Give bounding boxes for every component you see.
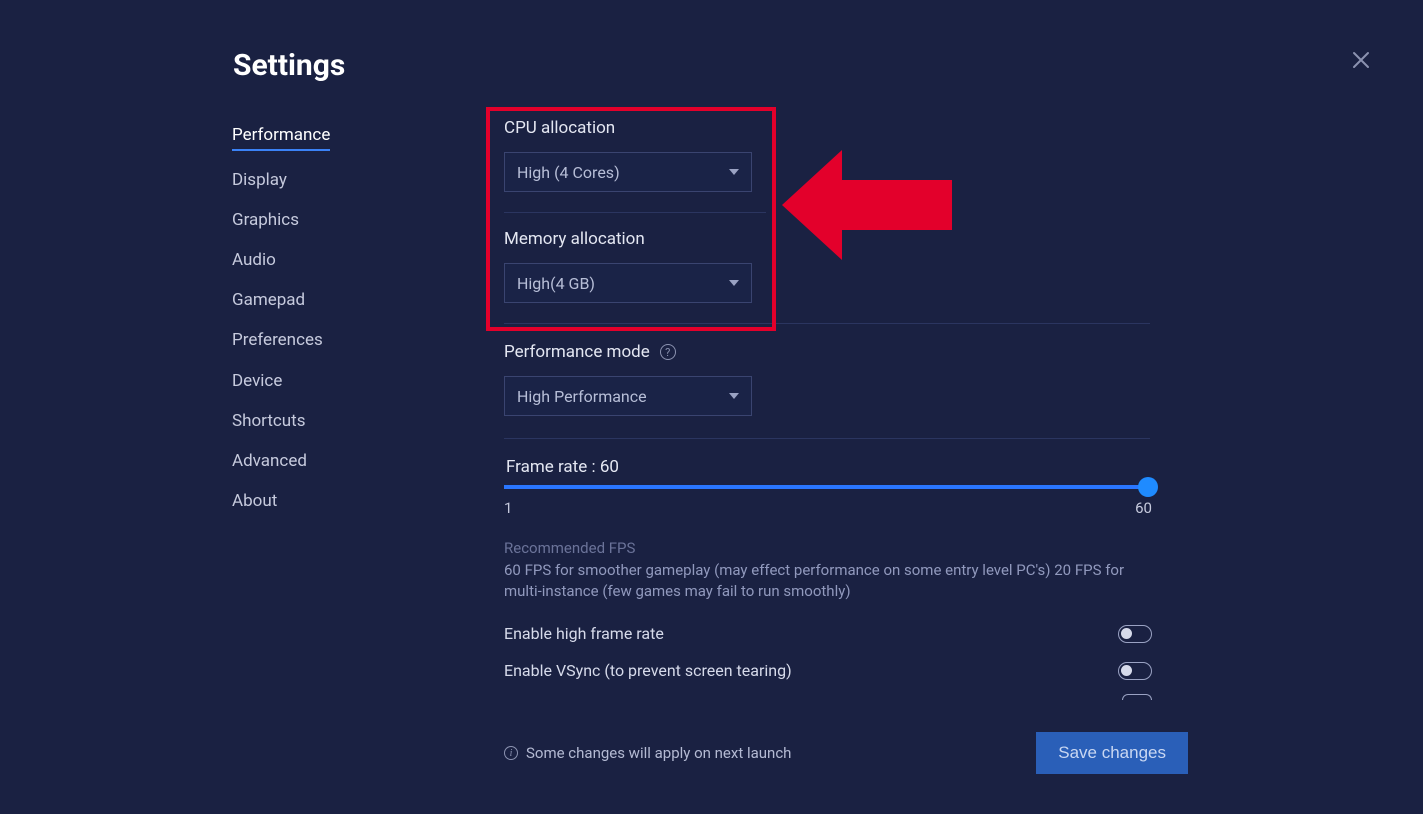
footer-note: i Some changes will apply on next launch: [504, 744, 791, 762]
divider: [504, 212, 766, 213]
footer: i Some changes will apply on next launch…: [504, 732, 1188, 774]
slider-track: [504, 485, 1152, 489]
sidebar-item-preferences[interactable]: Preferences: [232, 329, 323, 351]
settings-content: CPU allocation High (4 Cores) Memory all…: [490, 110, 1190, 700]
enable-high-frame-rate-label: Enable high frame rate: [504, 624, 664, 643]
cpu-allocation-value: High (4 Cores): [517, 163, 620, 182]
memory-allocation-label: Memory allocation: [504, 229, 1190, 249]
cpu-allocation-label: CPU allocation: [504, 118, 1190, 138]
sidebar-item-about[interactable]: About: [232, 490, 277, 512]
save-changes-button[interactable]: Save changes: [1036, 732, 1188, 774]
cpu-allocation-select[interactable]: High (4 Cores): [504, 152, 752, 192]
memory-allocation-value: High(4 GB): [517, 274, 595, 293]
help-icon[interactable]: ?: [660, 344, 676, 360]
sidebar-item-graphics[interactable]: Graphics: [232, 209, 299, 231]
partial-toggle[interactable]: [1122, 694, 1152, 700]
sidebar-item-audio[interactable]: Audio: [232, 249, 276, 271]
close-icon: [1349, 48, 1373, 72]
frame-rate-slider[interactable]: [504, 485, 1152, 489]
recommended-fps-title: Recommended FPS: [504, 539, 1190, 557]
info-icon: i: [504, 746, 518, 760]
chevron-down-icon: [729, 393, 739, 399]
frame-rate-label: Frame rate : 60: [504, 457, 1190, 477]
page-title: Settings: [233, 48, 345, 83]
close-button[interactable]: [1349, 48, 1373, 72]
divider: [504, 323, 1150, 324]
settings-sidebar: Performance Display Graphics Audio Gamep…: [232, 124, 432, 512]
enable-vsync-label: Enable VSync (to prevent screen tearing): [504, 661, 792, 680]
chevron-down-icon: [729, 280, 739, 286]
enable-vsync-toggle[interactable]: [1118, 662, 1152, 680]
divider: [504, 438, 1150, 439]
memory-allocation-select[interactable]: High(4 GB): [504, 263, 752, 303]
performance-mode-select[interactable]: High Performance: [504, 376, 752, 416]
chevron-down-icon: [729, 169, 739, 175]
sidebar-item-advanced[interactable]: Advanced: [232, 450, 307, 472]
performance-mode-label: Performance mode: [504, 342, 650, 362]
sidebar-item-shortcuts[interactable]: Shortcuts: [232, 410, 306, 432]
slider-thumb[interactable]: [1138, 477, 1158, 497]
sidebar-item-gamepad[interactable]: Gamepad: [232, 289, 305, 311]
enable-high-frame-rate-toggle[interactable]: [1118, 625, 1152, 643]
frame-rate-min: 1: [504, 499, 512, 517]
sidebar-item-performance[interactable]: Performance: [232, 124, 330, 151]
recommended-fps-desc: 60 FPS for smoother gameplay (may effect…: [504, 560, 1154, 602]
performance-mode-value: High Performance: [517, 387, 647, 406]
sidebar-item-display[interactable]: Display: [232, 169, 287, 191]
sidebar-item-device[interactable]: Device: [232, 370, 282, 392]
frame-rate-max: 60: [1135, 499, 1152, 517]
